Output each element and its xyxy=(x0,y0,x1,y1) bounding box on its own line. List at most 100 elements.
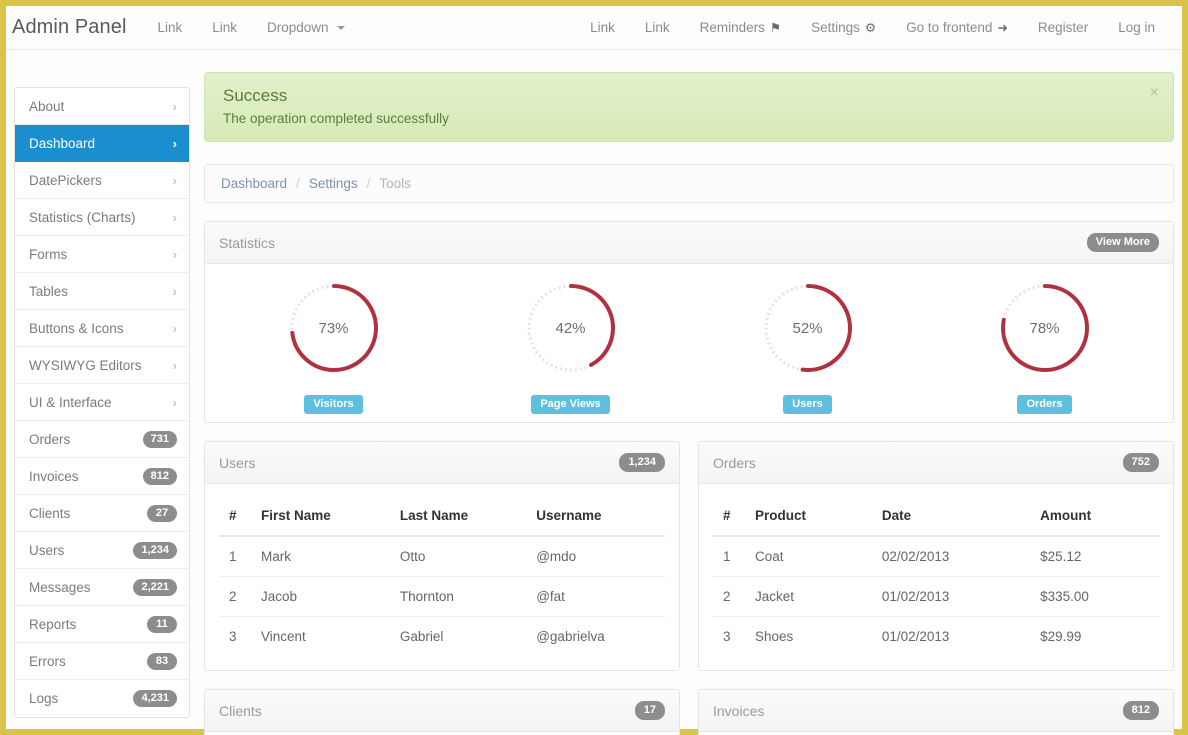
nav-link-go-to-frontend[interactable]: Go to frontend ➜ xyxy=(891,20,1023,35)
sidebar-item-tables[interactable]: Tables › xyxy=(15,273,189,310)
nav-link-link[interactable]: Link xyxy=(630,20,685,35)
orders-panel: Orders 752 # Product Date Amount 1 Coat 02/02… xyxy=(698,441,1174,671)
donut-value: 73% xyxy=(318,319,349,337)
sidebar-item-clients[interactable]: Clients 27 xyxy=(15,495,189,532)
table-cell: 1 xyxy=(229,549,237,564)
sidebar-item-label: Messages xyxy=(29,579,91,595)
sidebar-item-dashboard[interactable]: Dashboard › xyxy=(15,125,189,162)
page-wrapper: About › Dashboard › DatePickers › Statistics (… xyxy=(6,50,1182,735)
alert-title: Success xyxy=(223,86,288,105)
sidebar-item-label: Users xyxy=(29,542,65,558)
nav-link-log-in[interactable]: Log in xyxy=(1103,20,1170,35)
sidebar-item-users[interactable]: Users 1,234 xyxy=(15,532,189,569)
panel-title: Orders xyxy=(713,454,756,471)
nav-link-settings[interactable]: Settings ⚙ xyxy=(796,20,891,35)
donut-value: 52% xyxy=(792,319,823,337)
table-row: 2 Jacob Thornton @fat xyxy=(219,576,665,617)
sidebar-item-datepickers[interactable]: DatePickers › xyxy=(15,162,189,199)
sidebar-item-badge: 27 xyxy=(147,504,177,522)
nav-link-link[interactable]: Link xyxy=(143,20,198,35)
sidebar-item-statistics-charts[interactable]: Statistics (Charts) › xyxy=(15,199,189,236)
orders-table: # Product Date Amount 1 Coat 02/02/2013 $25.12… xyxy=(713,498,1159,656)
nav-link-link[interactable]: Link xyxy=(197,20,252,35)
sidebar-item-label: Invoices xyxy=(29,468,79,484)
table-cell: $335.00 xyxy=(1032,576,1159,617)
sidebar-item-label: WYSIWYG Editors xyxy=(29,357,142,373)
sidebar-item-logs[interactable]: Logs 4,231 xyxy=(15,680,189,717)
panel-title: Statistics xyxy=(219,234,276,251)
nav-link-reminders[interactable]: Reminders ⚑ xyxy=(685,20,797,35)
donut-label[interactable]: Visitors xyxy=(304,395,363,414)
donut-graphic: 73% xyxy=(284,278,384,378)
table-cell: 3 xyxy=(219,616,253,656)
sidebar-item-badge: 2,221 xyxy=(133,578,177,596)
panel-title: Users xyxy=(219,454,256,471)
table-cell: $29.99 xyxy=(1032,616,1159,656)
view-more-button[interactable]: View More xyxy=(1086,233,1159,252)
main-content: Success The operation completed successf… xyxy=(190,50,1182,735)
panel-title: Invoices xyxy=(713,702,765,719)
status-badge: 812 xyxy=(1122,701,1159,720)
donut-label[interactable]: Orders xyxy=(1017,395,1072,414)
column-header: Amount xyxy=(1032,498,1159,537)
table-cell: 2 xyxy=(713,576,747,617)
users-table-header-row: # First Name Last Name Username xyxy=(219,498,665,537)
sidebar-item-badge: 731 xyxy=(142,430,177,448)
donut-chart-page-views: 42% Page Views xyxy=(496,278,646,414)
sidebar-item-label: Forms xyxy=(29,246,68,262)
status-badge: 17 xyxy=(634,701,665,720)
sidebar-item-label: UI & Interface xyxy=(29,394,112,410)
sidebar-item-badge: 1,234 xyxy=(133,541,177,559)
nav-link-label: Link xyxy=(212,20,238,35)
sidebar-item-invoices[interactable]: Invoices 812 xyxy=(15,458,189,495)
breadcrumb-item-settings[interactable]: Settings xyxy=(309,176,358,191)
donut-graphic: 78% xyxy=(995,278,1095,378)
navbar-left-links: Link Link Dropdown xyxy=(143,20,360,35)
donut-chart-orders: 78% Orders xyxy=(970,278,1120,414)
status-badge: 752 xyxy=(1122,453,1159,472)
sidebar-item-wysiwyg-editors[interactable]: WYSIWYG Editors › xyxy=(15,347,189,384)
sidebar-item-reports[interactable]: Reports 11 xyxy=(15,606,189,643)
nav-link-dropdown[interactable]: Dropdown xyxy=(252,20,360,35)
nav-link-link[interactable]: Link xyxy=(575,20,630,35)
sidebar-item-ui-interface[interactable]: UI & Interface › xyxy=(15,384,189,421)
sidebar-item-messages[interactable]: Messages 2,221 xyxy=(15,569,189,606)
table-cell: 2 xyxy=(219,576,253,617)
statistics-panel-header: Statistics View More xyxy=(205,222,1173,264)
column-header: # xyxy=(219,498,253,537)
breadcrumb-item-dashboard[interactable]: Dashboard xyxy=(221,176,287,191)
sidebar-item-about[interactable]: About › xyxy=(15,88,189,125)
sidebar-nav: About › Dashboard › DatePickers › Statistics (… xyxy=(14,87,190,718)
donut-label[interactable]: Users xyxy=(783,395,832,414)
chevron-right-icon: › xyxy=(172,98,177,114)
column-header: Date xyxy=(873,498,1033,537)
chevron-right-icon: › xyxy=(172,246,177,262)
alert-message: The operation completed successfully xyxy=(223,111,449,126)
sidebar-item-forms[interactable]: Forms › xyxy=(15,236,189,273)
table-cell: Thornton xyxy=(391,576,529,617)
table-cell: $25.12 xyxy=(1040,549,1082,564)
sidebar-item-label: Buttons & Icons xyxy=(29,320,124,336)
nav-link-label: Link xyxy=(157,20,183,35)
nav-link-register[interactable]: Register xyxy=(1023,20,1103,35)
sidebar-item-label: Orders xyxy=(29,431,71,447)
breadcrumb-separator: / xyxy=(366,176,371,191)
table-cell: Vincent xyxy=(253,616,392,656)
table-cell: 1 xyxy=(723,549,731,564)
column-header: First Name xyxy=(253,498,392,537)
brand-logo[interactable]: Admin Panel xyxy=(6,16,143,39)
table-cell: 02/02/2013 xyxy=(881,549,950,564)
sidebar-item-label: Errors xyxy=(29,653,66,669)
close-icon[interactable]: × xyxy=(1150,84,1159,102)
sidebar-item-label: Clients xyxy=(29,505,71,521)
sidebar-item-errors[interactable]: Errors 83 xyxy=(15,643,189,680)
sidebar-item-orders[interactable]: Orders 731 xyxy=(15,421,189,458)
column-header: Product xyxy=(747,498,874,537)
donut-label[interactable]: Page Views xyxy=(531,395,610,414)
table-row: 1 Mark Otto @mdo xyxy=(219,536,665,577)
table-cell: Coat xyxy=(755,549,784,564)
sidebar-item-buttons-icons[interactable]: Buttons & Icons › xyxy=(15,310,189,347)
sidebar-item-badge: 4,231 xyxy=(133,690,177,707)
chevron-down-icon xyxy=(336,25,345,30)
sidebar-item-label: About xyxy=(29,98,65,114)
